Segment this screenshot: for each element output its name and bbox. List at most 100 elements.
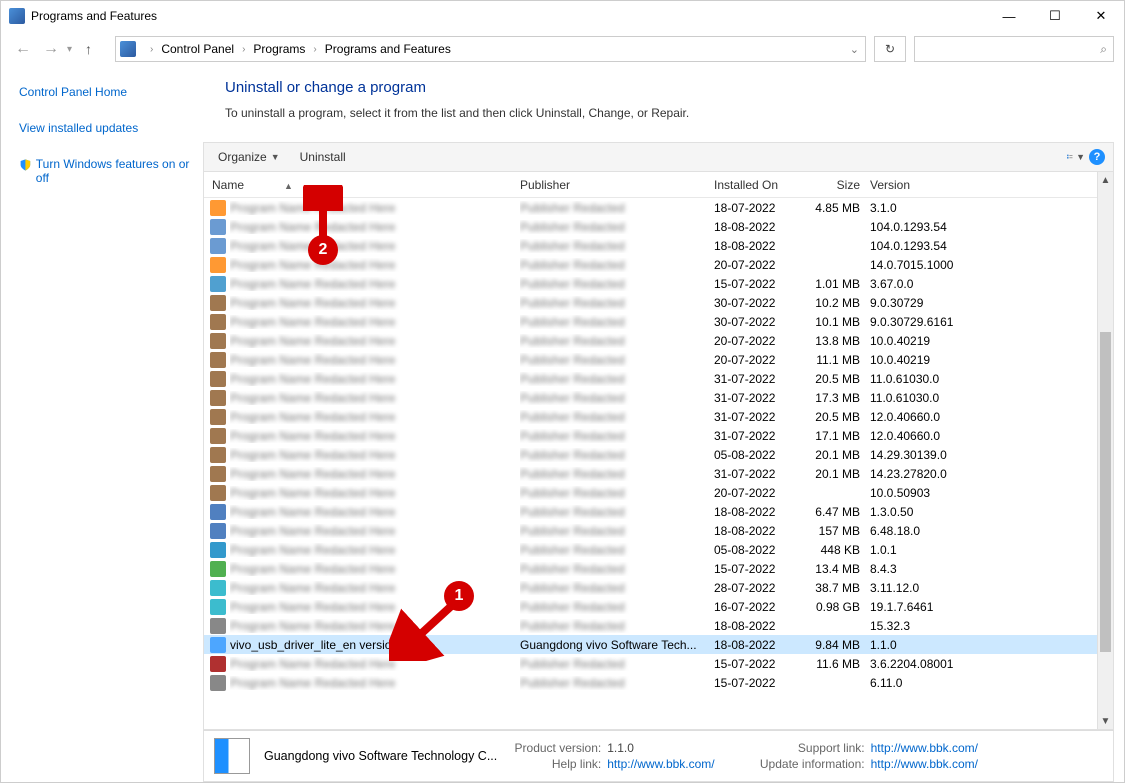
cell-version: 6.11.0	[870, 676, 1010, 690]
program-icon	[210, 637, 226, 653]
program-icon	[210, 447, 226, 463]
cell-publisher: Publisher Redacted	[520, 296, 714, 310]
cell-name: Program Name Redacted Here	[230, 334, 520, 348]
cell-size: 10.2 MB	[794, 296, 870, 310]
table-row[interactable]: Program Name Redacted HerePublisher Reda…	[204, 274, 1097, 293]
link-support[interactable]: http://www.bbk.com/	[871, 741, 978, 755]
minimize-button[interactable]: ―	[986, 1, 1032, 31]
cell-publisher: Publisher Redacted	[520, 657, 714, 671]
value-product-version: 1.1.0	[607, 741, 634, 755]
cell-version: 10.0.50903	[870, 486, 1010, 500]
cell-size: 10.1 MB	[794, 315, 870, 329]
scroll-thumb[interactable]	[1100, 332, 1111, 652]
table-row[interactable]: Program Name Redacted HerePublisher Reda…	[204, 540, 1097, 559]
link-control-panel-home[interactable]: Control Panel Home	[19, 85, 191, 99]
table-row[interactable]: Program Name Redacted HerePublisher Reda…	[204, 578, 1097, 597]
app-icon	[9, 8, 25, 24]
cell-name: Program Name Redacted Here	[230, 410, 520, 424]
crumb-programs[interactable]: Programs	[251, 42, 307, 56]
header-size[interactable]: Size	[794, 178, 870, 192]
table-row[interactable]: Program Name Redacted HerePublisher Reda…	[204, 521, 1097, 540]
header-name[interactable]: Name▲	[210, 178, 520, 192]
table-row[interactable]: Program Name Redacted HerePublisher Reda…	[204, 616, 1097, 635]
cell-size: 157 MB	[794, 524, 870, 538]
table-row[interactable]: Program Name Redacted HerePublisher Reda…	[204, 293, 1097, 312]
help-button[interactable]: ?	[1089, 149, 1105, 165]
address-dropdown[interactable]: ⌄	[850, 43, 859, 56]
link-view-installed-updates[interactable]: View installed updates	[19, 121, 191, 135]
link-update-info[interactable]: http://www.bbk.com/	[871, 757, 978, 771]
refresh-button[interactable]: ↻	[874, 36, 906, 62]
address-bar[interactable]: › Control Panel › Programs › Programs an…	[115, 36, 866, 62]
details-pane: Guangdong vivo Software Technology C... …	[203, 730, 1114, 782]
table-row[interactable]: Program Name Redacted HerePublisher Reda…	[204, 445, 1097, 464]
maximize-button[interactable]: ☐	[1032, 1, 1078, 31]
sort-asc-icon: ▲	[284, 181, 293, 191]
page-subtitle: To uninstall a program, select it from t…	[225, 106, 1114, 120]
up-button[interactable]: ↑	[85, 41, 105, 57]
header-version[interactable]: Version	[870, 178, 1010, 192]
table-row[interactable]: Program Name Redacted HerePublisher Reda…	[204, 312, 1097, 331]
cell-installed: 18-08-2022	[714, 638, 794, 652]
search-input[interactable]: ⌕	[914, 36, 1114, 62]
link-windows-features[interactable]: Turn Windows features on or off	[36, 157, 191, 185]
table-row[interactable]: Program Name Redacted HerePublisher Reda…	[204, 502, 1097, 521]
organize-button[interactable]: Organize ▼	[212, 146, 286, 168]
cell-installed: 20-07-2022	[714, 334, 794, 348]
details-icon	[214, 738, 250, 774]
back-button[interactable]: ←	[11, 37, 35, 61]
table-row[interactable]: Program Name Redacted HerePublisher Reda…	[204, 559, 1097, 578]
crumb-control-panel[interactable]: Control Panel	[159, 42, 236, 56]
table-row[interactable]: Program Name Redacted HerePublisher Reda…	[204, 331, 1097, 350]
link-help[interactable]: http://www.bbk.com/	[607, 757, 714, 771]
crumb-programs-features[interactable]: Programs and Features	[323, 42, 453, 56]
label-update-info: Update information:	[745, 757, 865, 771]
cell-installed: 20-07-2022	[714, 486, 794, 500]
cell-name: Program Name Redacted Here	[230, 600, 520, 614]
cell-version: 12.0.40660.0	[870, 410, 1010, 424]
cell-installed: 18-07-2022	[714, 201, 794, 215]
table-row[interactable]: Program Name Redacted HerePublisher Reda…	[204, 483, 1097, 502]
table-row[interactable]: Program Name Redacted HerePublisher Reda…	[204, 369, 1097, 388]
cell-installed: 18-08-2022	[714, 220, 794, 234]
table-row[interactable]: Program Name Redacted HerePublisher Reda…	[204, 597, 1097, 616]
cell-publisher: Publisher Redacted	[520, 410, 714, 424]
table-row[interactable]: Program Name Redacted HerePublisher Reda…	[204, 388, 1097, 407]
cell-name: Program Name Redacted Here	[230, 524, 520, 538]
header-installed-on[interactable]: Installed On	[714, 178, 794, 192]
program-icon	[210, 523, 226, 539]
table-row[interactable]: Program Name Redacted HerePublisher Reda…	[204, 426, 1097, 445]
scroll-up-button[interactable]: ▲	[1098, 172, 1113, 188]
program-icon	[210, 333, 226, 349]
cell-size: 38.7 MB	[794, 581, 870, 595]
scrollbar[interactable]: ▲ ▼	[1097, 172, 1113, 729]
cell-name: Program Name Redacted Here	[230, 239, 520, 253]
table-row[interactable]: Program Name Redacted HerePublisher Reda…	[204, 198, 1097, 217]
cell-version: 12.0.40660.0	[870, 429, 1010, 443]
scroll-down-button[interactable]: ▼	[1098, 713, 1113, 729]
table-row[interactable]: Program Name Redacted HerePublisher Reda…	[204, 236, 1097, 255]
uninstall-button[interactable]: Uninstall	[294, 146, 352, 168]
cell-size: 6.47 MB	[794, 505, 870, 519]
table-row[interactable]: Program Name Redacted HerePublisher Reda…	[204, 217, 1097, 236]
forward-button[interactable]: →	[39, 37, 63, 61]
table-row[interactable]: Program Name Redacted HerePublisher Reda…	[204, 673, 1097, 692]
cell-name: Program Name Redacted Here	[230, 220, 520, 234]
header-publisher[interactable]: Publisher	[520, 178, 714, 192]
cell-installed: 30-07-2022	[714, 296, 794, 310]
close-button[interactable]: ✕	[1078, 1, 1124, 31]
table-row[interactable]: Program Name Redacted HerePublisher Reda…	[204, 654, 1097, 673]
cell-size: 17.1 MB	[794, 429, 870, 443]
table-row[interactable]: Program Name Redacted HerePublisher Reda…	[204, 407, 1097, 426]
table-row[interactable]: vivo_usb_driver_lite_en version 1.1.0Gua…	[204, 635, 1097, 654]
table-row[interactable]: Program Name Redacted HerePublisher Reda…	[204, 255, 1097, 274]
cell-size: 0.98 GB	[794, 600, 870, 614]
view-options-button[interactable]: ▼	[1067, 150, 1085, 164]
history-dropdown[interactable]: ▾	[67, 44, 79, 55]
table-row[interactable]: Program Name Redacted HerePublisher Reda…	[204, 350, 1097, 369]
cell-name: Program Name Redacted Here	[230, 467, 520, 481]
table-row[interactable]: Program Name Redacted HerePublisher Reda…	[204, 464, 1097, 483]
cell-version: 104.0.1293.54	[870, 220, 1010, 234]
caret-down-icon: ▼	[271, 152, 280, 162]
cell-version: 14.0.7015.1000	[870, 258, 1010, 272]
